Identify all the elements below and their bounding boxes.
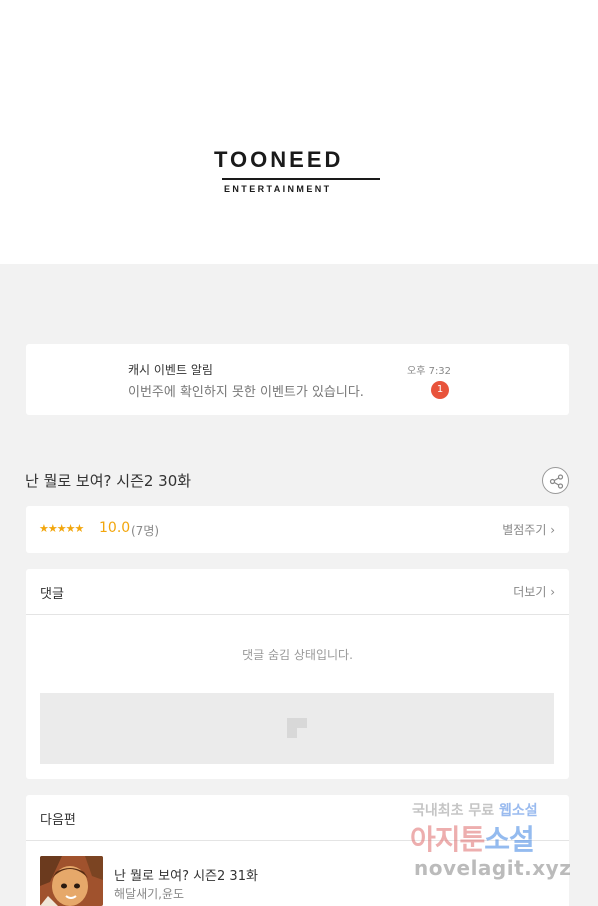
comments-hidden-message: 댓글 숨김 상태입니다. <box>242 648 353 662</box>
rating-card: ★★★★★ 10.0 (7명) 별점주기 › <box>26 506 569 553</box>
share-icon <box>549 474 564 489</box>
next-episode-title: 난 뭘로 보여? 시즌2 31화 <box>114 869 258 884</box>
comments-title: 댓글 <box>40 587 64 602</box>
comments-card: 댓글 더보기 › 댓글 숨김 상태입니다. <box>26 569 569 779</box>
ad-placeholder[interactable] <box>40 693 554 764</box>
next-episode-thumbnail[interactable] <box>40 856 103 906</box>
rating-stars: ★★★★★ <box>39 522 84 535</box>
episode-title: 난 뭘로 보여? 시즌2 30화 <box>25 472 192 490</box>
divider <box>26 614 569 615</box>
rate-button[interactable]: 별점주기 › <box>502 521 555 538</box>
tooneed-logo: TOONEED ENTERTAINMENT <box>214 148 384 198</box>
rating-score: 10.0 <box>99 520 131 536</box>
share-button[interactable] <box>542 467 569 494</box>
next-episode-author: 해달새기,윤도 <box>114 887 185 901</box>
comments-more-button[interactable]: 더보기 › <box>513 583 555 600</box>
rating-count: (7명) <box>131 524 160 538</box>
logo-rule <box>222 178 380 180</box>
notice-title: 캐시 이벤트 알림 <box>128 363 213 377</box>
notice-text: 이번주에 확인하지 못한 이벤트가 있습니다. <box>128 385 364 400</box>
logo-main-text: TOONEED <box>214 147 344 172</box>
next-episode-card[interactable]: 다음편 난 뭘로 보여? 시즌2 31화 해달새기,윤도 <box>26 795 569 906</box>
top-banner: TOONEED ENTERTAINMENT <box>0 0 598 264</box>
event-notice-card[interactable]: 캐시 이벤트 알림 이번주에 확인하지 못한 이벤트가 있습니다. 오후 7:3… <box>26 344 569 415</box>
logo-sub-text: ENTERTAINMENT <box>224 184 332 194</box>
notice-badge: 1 <box>431 381 449 399</box>
notice-time: 오후 7:32 <box>407 366 452 377</box>
ad-placeholder-icon <box>287 718 307 738</box>
next-episode-section-title: 다음편 <box>40 813 76 828</box>
divider <box>26 840 569 841</box>
